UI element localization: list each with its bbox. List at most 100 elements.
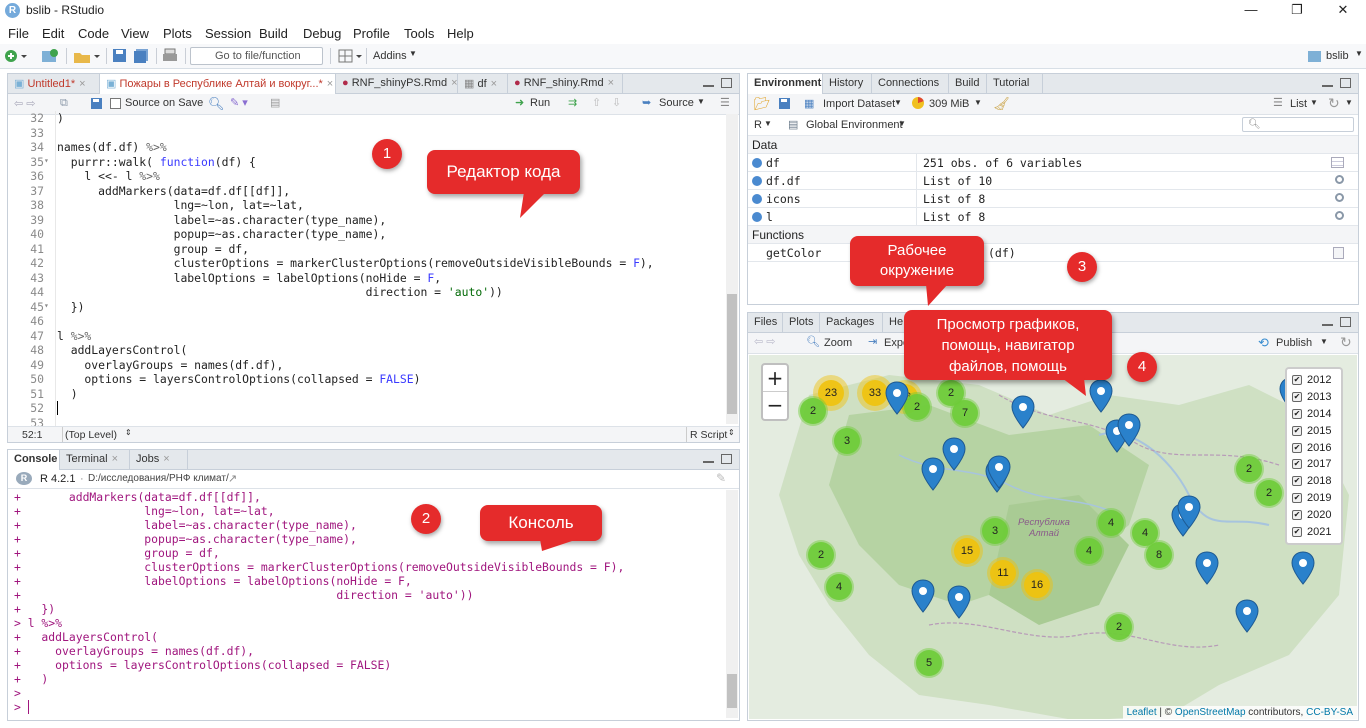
project-menu[interactable]: bslib [1326,50,1349,66]
tab-terminal[interactable]: Terminal × [60,450,130,470]
magnifier-icon[interactable] [1335,175,1344,184]
marker-cluster[interactable]: 2 [1254,478,1284,508]
layer-toggle-2017[interactable]: ✔ 2017 [1292,456,1341,473]
clear-console-icon[interactable]: ✎ [716,471,726,485]
memory-usage[interactable]: 309 MiB [929,98,969,114]
maximize-pane-icon[interactable] [721,454,732,464]
menu-tools[interactable]: Tools [404,26,434,41]
osm-link[interactable]: OpenStreetMap [1175,707,1246,718]
publish-button[interactable]: Publish [1276,337,1312,353]
source-on-save-checkbox[interactable] [110,98,121,109]
outline-icon[interactable]: ☰ [720,96,730,112]
refresh-icon[interactable]: ↻ [1340,334,1352,350]
environment-select[interactable]: Global Environment [806,119,903,135]
view-mode-select[interactable]: List [1290,98,1307,114]
map-marker-icon[interactable] [987,455,1011,489]
layer-toggle-2020[interactable]: ✔ 2020 [1292,506,1341,523]
marker-cluster[interactable]: 5 [914,648,944,678]
checkbox-checked-icon[interactable]: ✔ [1292,442,1302,453]
menu-view[interactable]: View [121,26,149,41]
close-tab-icon[interactable]: × [112,453,118,465]
close-tab-icon[interactable]: × [163,453,169,465]
env-row-icons[interactable]: icons List of 8 [748,190,1358,208]
save-icon[interactable] [112,48,128,64]
magnifier-icon[interactable] [1335,193,1344,202]
leaflet-map[interactable]: Республика Алтай + − 2333182227331511164… [749,355,1357,719]
map-marker-icon[interactable] [1235,599,1259,633]
map-marker-icon[interactable] [885,381,909,415]
close-tab-icon[interactable]: × [451,77,457,89]
map-marker-icon[interactable] [911,579,935,613]
menu-profile[interactable]: Profile [353,26,390,41]
menu-build[interactable]: Build [259,26,288,41]
environment-search-input[interactable]: 🔍︎ [1242,117,1354,132]
tab-environment[interactable]: Environment [748,74,823,95]
leaflet-link[interactable]: Leaflet [1127,707,1157,718]
menu-code[interactable]: Code [78,26,109,41]
checkbox-checked-icon[interactable]: ✔ [1292,408,1302,419]
tab-build[interactable]: Build [949,74,987,94]
tab-packages[interactable]: Packages [820,313,883,333]
load-workspace-icon[interactable]: 📂︎ [754,96,771,112]
grid-layout-icon[interactable] [338,48,364,64]
map-marker-icon[interactable] [1011,395,1035,429]
tab-rnf-shiny[interactable]: ● RNF_shiny.Rmd × [508,74,623,94]
fold-icon[interactable]: ▾ [44,154,49,169]
marker-cluster[interactable]: 3 [832,426,862,456]
tab-df[interactable]: ▦ df × [458,74,508,94]
maximize-pane-icon[interactable] [1340,317,1351,327]
map-marker-icon[interactable] [1291,551,1315,585]
checkbox-checked-icon[interactable]: ✔ [1292,476,1302,487]
tab-fires-altai[interactable]: ▣ Пожары в Республике Алтай и вокруг...*… [100,74,336,95]
map-marker-icon[interactable] [1117,413,1141,447]
map-marker-icon[interactable] [1089,379,1113,413]
fold-icon[interactable]: ▾ [44,299,49,314]
code-tools-wand-icon[interactable]: ✎ ▾ [230,96,248,112]
tab-jobs[interactable]: Jobs × [130,450,188,470]
compile-report-icon[interactable]: ▤ [270,96,280,112]
maximize-pane-icon[interactable] [721,78,732,88]
map-marker-icon[interactable] [1177,495,1201,529]
goto-directory-icon[interactable]: ↗ [228,472,237,485]
layer-toggle-2021[interactable]: ✔ 2021 [1292,523,1341,540]
marker-cluster[interactable]: 16 [1021,569,1053,601]
env-row-l[interactable]: l List of 8 [748,208,1358,226]
map-marker-icon[interactable] [942,437,966,471]
addins-menu[interactable]: Addins [373,50,407,66]
scope-indicator[interactable]: (Top Level) [65,429,117,441]
layer-toggle-2014[interactable]: ✔ 2014 [1292,406,1341,423]
rerun-icon[interactable]: ⇉ [568,96,577,112]
layer-toggle-2012[interactable]: ✔ 2012 [1292,372,1341,389]
magnifier-icon[interactable] [1335,211,1344,220]
tab-untitled1[interactable]: ▣ Untitled1* × [8,74,100,94]
minimize-pane-icon[interactable] [703,83,714,87]
marker-cluster[interactable]: 3 [980,516,1010,546]
marker-cluster[interactable]: 15 [951,535,983,567]
minimize-pane-icon[interactable] [1322,83,1333,87]
minimize-pane-icon[interactable] [1322,322,1333,326]
tab-history[interactable]: History [823,74,872,94]
console-scrollbar[interactable] [726,490,738,718]
import-dataset-button[interactable]: Import Dataset [823,98,895,114]
up-arrow-icon[interactable]: ⇧ [592,96,601,112]
language-select[interactable]: R [754,119,762,135]
refresh-icon[interactable]: ↻ [1328,95,1340,111]
checkbox-checked-icon[interactable]: ✔ [1292,375,1302,386]
checkbox-checked-icon[interactable]: ✔ [1292,492,1302,503]
close-tab-icon[interactable]: × [327,78,333,90]
zoom-out-button[interactable]: − [763,392,787,419]
expand-icon[interactable] [752,212,762,222]
checkbox-checked-icon[interactable]: ✔ [1292,425,1302,436]
marker-cluster[interactable]: 4 [1096,508,1126,538]
new-project-icon[interactable] [40,48,62,64]
view-function-icon[interactable] [1333,247,1344,259]
tab-rnf-shinyps[interactable]: ● RNF_shinyPS.Rmd × [336,74,458,94]
env-row-df[interactable]: df 251 obs. of 6 variables [748,154,1358,172]
new-file-icon[interactable] [4,48,30,64]
marker-cluster[interactable]: 2 [1104,612,1134,642]
tab-files[interactable]: Files [748,313,783,333]
marker-cluster[interactable]: 2 [1234,454,1264,484]
down-arrow-icon[interactable]: ⇩ [612,96,621,112]
maximize-pane-icon[interactable] [1340,78,1351,88]
close-tab-icon[interactable]: × [608,77,614,89]
